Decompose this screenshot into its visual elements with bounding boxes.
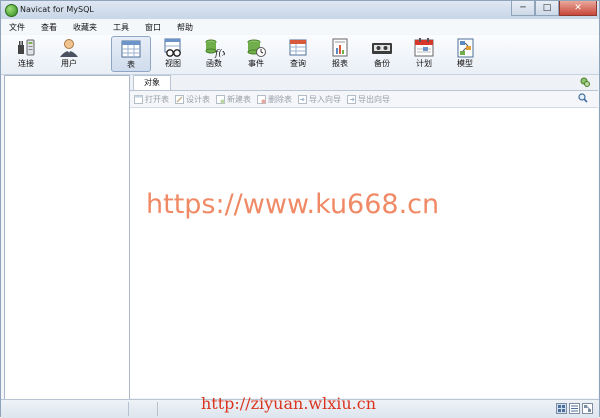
model-icon — [454, 38, 476, 58]
open-table-icon — [134, 94, 143, 104]
toolbar-model-label: 模型 — [457, 59, 473, 68]
new-table-button[interactable]: 新建表 — [216, 94, 251, 105]
view-glasses-icon — [162, 38, 184, 58]
import-wizard-button[interactable]: 导入向导 — [298, 94, 341, 105]
export-wizard-label: 导出向导 — [358, 94, 390, 104]
toolbar-function-button[interactable]: f(x) 函数 — [196, 36, 232, 72]
maximize-button[interactable]: □ — [535, 1, 559, 16]
toolbar-event-label: 事件 — [248, 59, 264, 68]
menu-window[interactable]: 窗口 — [137, 22, 169, 33]
user-icon — [58, 38, 80, 58]
status-divider — [157, 402, 158, 416]
object-tab-bar: 对象 — [130, 75, 598, 91]
delete-table-button[interactable]: 删除表 — [257, 94, 292, 105]
toolbar-schedule-button[interactable]: 计划 — [406, 36, 442, 72]
toolbar-backup-label: 备份 — [374, 59, 390, 68]
delete-table-label: 删除表 — [268, 94, 292, 104]
query-icon — [287, 38, 309, 58]
backup-tape-icon — [371, 38, 393, 58]
window-controls: ─ □ ✕ — [511, 1, 597, 17]
delete-table-icon — [257, 94, 266, 104]
status-divider — [128, 402, 129, 416]
detail-view-icon — [571, 405, 578, 412]
toolbar-table-label: 表 — [127, 60, 135, 69]
main-toolbar: 连接 用户 表 视图 f(x) 函数 — [1, 35, 599, 75]
toolbar-view-label: 视图 — [165, 59, 181, 68]
title-bar[interactable]: Navicat for MySQL ─ □ ✕ — [1, 1, 599, 19]
toolbar-model-button[interactable]: 模型 — [447, 36, 483, 72]
toolbar-function-label: 函数 — [206, 59, 222, 68]
event-clock-icon — [245, 38, 267, 58]
import-wizard-icon — [298, 94, 307, 104]
toolbar-query-button[interactable]: 查询 — [280, 36, 316, 72]
toolbar-user-button[interactable]: 用户 — [51, 36, 87, 72]
toolbar-query-label: 查询 — [290, 59, 306, 68]
er-view-button[interactable] — [582, 403, 593, 414]
export-wizard-button[interactable]: 导出向导 — [347, 94, 390, 105]
tab-objects[interactable]: 对象 — [133, 75, 171, 90]
table-icon — [120, 39, 142, 59]
design-table-label: 设计表 — [186, 94, 210, 104]
minimize-button[interactable]: ─ — [511, 1, 535, 16]
watermark-center: https://www.ku668.cn — [146, 189, 440, 220]
navicat-logo-icon — [5, 4, 18, 17]
connection-tree-pane[interactable] — [4, 75, 130, 400]
object-list-area[interactable] — [130, 108, 598, 398]
function-icon: f(x) — [203, 38, 231, 59]
menu-tools[interactable]: 工具 — [105, 22, 137, 33]
list-view-button[interactable] — [556, 403, 567, 414]
export-wizard-icon — [347, 94, 356, 104]
app-window: Navicat for MySQL ─ □ ✕ 文件 查看 收藏夹 工具 窗口 … — [0, 0, 600, 418]
tab-options-icon[interactable] — [580, 77, 590, 87]
menu-favorites[interactable]: 收藏夹 — [65, 22, 105, 33]
object-toolbar: 打开表 设计表 新建表 删除表 导入向导 导出向导 — [130, 91, 598, 108]
open-table-label: 打开表 — [145, 94, 169, 104]
watermark-bottom: http://ziyuan.wlxiu.cn — [201, 394, 377, 413]
import-wizard-label: 导入向导 — [309, 94, 341, 104]
toolbar-event-button[interactable]: 事件 — [238, 36, 274, 72]
toolbar-schedule-label: 计划 — [416, 59, 432, 68]
new-table-icon — [216, 94, 225, 104]
svg-text:f(x): f(x) — [214, 48, 225, 58]
schedule-calendar-icon — [413, 38, 435, 58]
view-mode-buttons — [554, 403, 593, 414]
toolbar-backup-button[interactable]: 备份 — [364, 36, 400, 72]
er-diagram-icon — [584, 405, 591, 412]
toolbar-connection-label: 连接 — [18, 59, 34, 68]
toolbar-connection-button[interactable]: 连接 — [8, 36, 44, 72]
list-view-icon — [558, 405, 565, 412]
menu-help[interactable]: 帮助 — [169, 22, 201, 33]
toolbar-table-button[interactable]: 表 — [111, 36, 151, 72]
close-button[interactable]: ✕ — [559, 1, 597, 16]
menu-file[interactable]: 文件 — [1, 22, 33, 33]
menu-view[interactable]: 查看 — [33, 22, 65, 33]
connection-plug-icon — [15, 38, 37, 58]
detail-view-button[interactable] — [569, 403, 580, 414]
new-table-label: 新建表 — [227, 94, 251, 104]
search-icon[interactable] — [578, 93, 588, 103]
window-title: Navicat for MySQL — [20, 5, 94, 14]
menu-bar: 文件 查看 收藏夹 工具 窗口 帮助 — [1, 20, 599, 34]
toolbar-view-button[interactable]: 视图 — [155, 36, 191, 72]
report-icon — [329, 38, 351, 58]
design-table-button[interactable]: 设计表 — [175, 94, 210, 105]
design-table-icon — [175, 94, 184, 104]
toolbar-report-button[interactable]: 报表 — [322, 36, 358, 72]
toolbar-user-label: 用户 — [61, 59, 77, 68]
toolbar-report-label: 报表 — [332, 59, 348, 68]
open-table-button[interactable]: 打开表 — [134, 94, 169, 105]
